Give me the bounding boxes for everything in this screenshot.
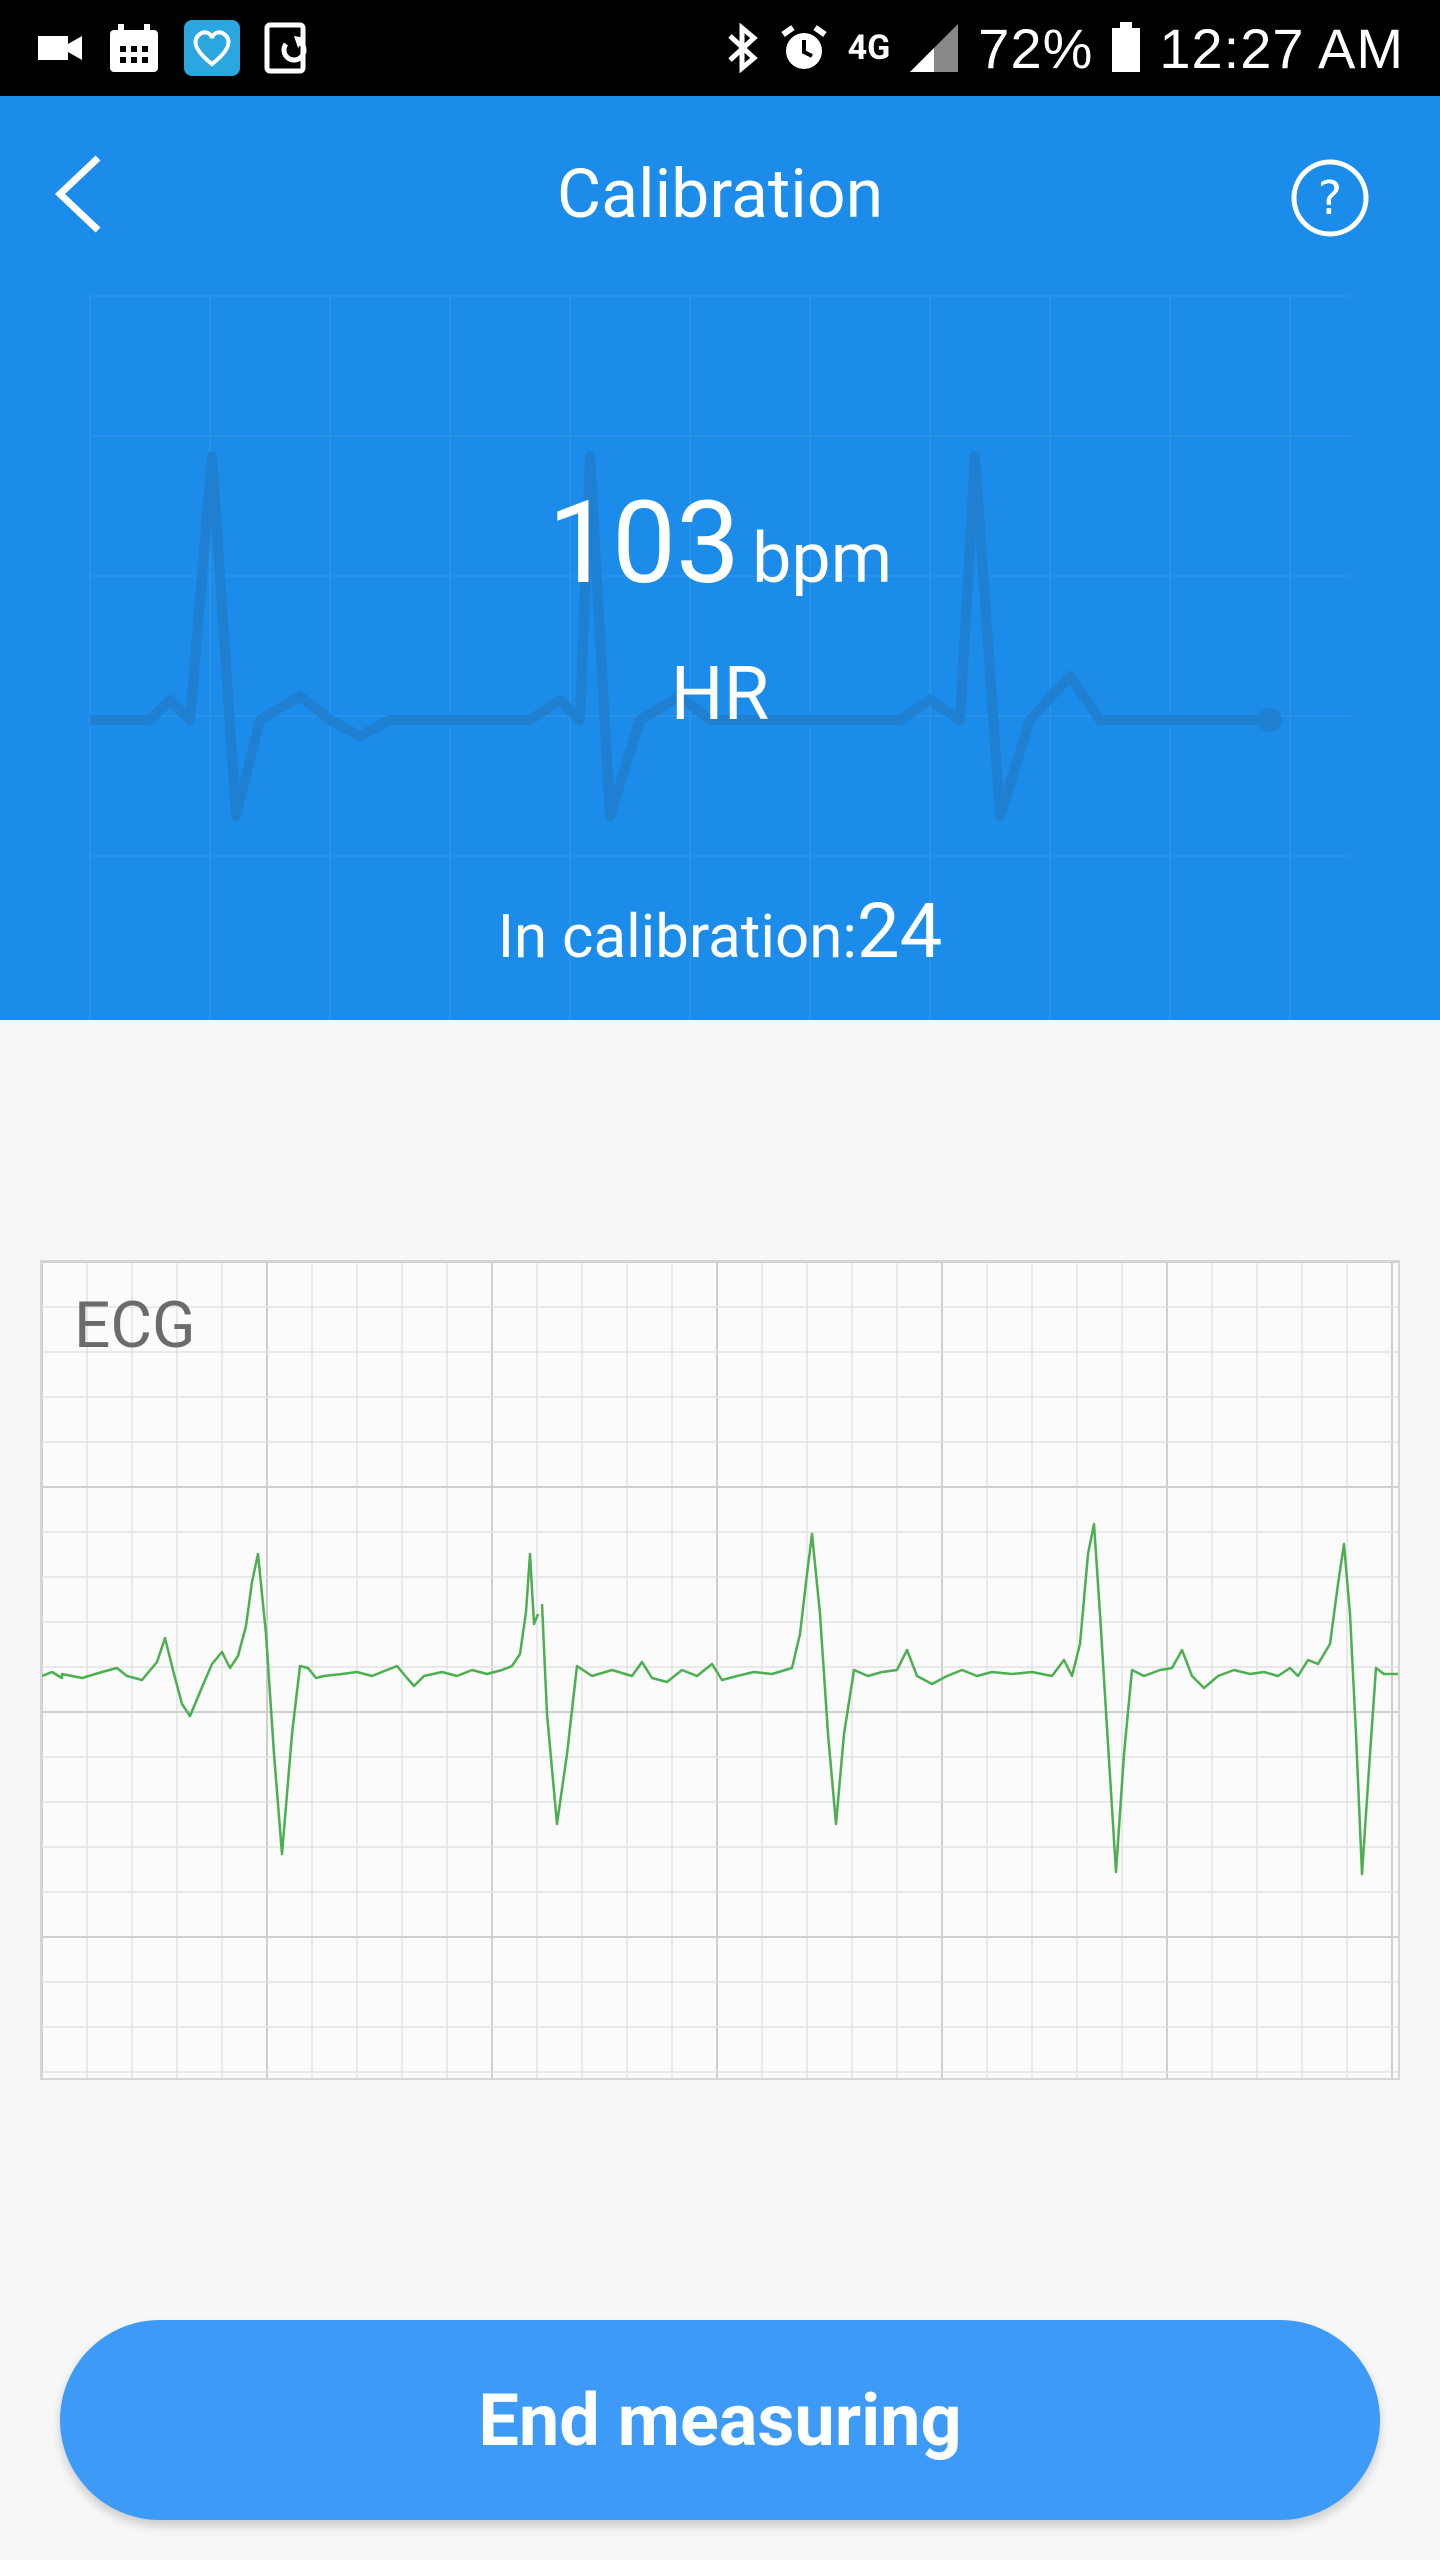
signal-icon (910, 24, 959, 72)
heart-rate-value: 103 (547, 476, 741, 610)
calibration-count: 24 (856, 886, 943, 976)
status-left-icons (36, 20, 338, 76)
alarm-icon (780, 25, 827, 69)
calibration-status: In calibration:24 (0, 886, 1440, 976)
question-circle-icon: ? (1318, 171, 1342, 225)
status-bar: 4G 72% 12:27 AM (0, 0, 1440, 96)
battery-percentage: 72% (978, 16, 1094, 80)
page-title: Calibration (556, 154, 884, 234)
bluetooth-icon (727, 22, 758, 74)
heart-rate-readout: 103 bpm (0, 476, 1440, 610)
end-measuring-button[interactable]: End measuring (60, 2320, 1380, 2520)
health-app-icon (184, 20, 240, 76)
calendar-icon (110, 24, 158, 72)
ecg-trace-segment-1 (42, 1552, 540, 1856)
clock-time: 12:27 AM (1159, 16, 1404, 80)
end-measuring-label: End measuring (478, 2377, 962, 2463)
heart-rate-unit: bpm (752, 518, 893, 600)
heart-rate-label: HR (670, 651, 770, 738)
calibration-label: In calibration: (497, 901, 857, 972)
ecg-chart (42, 1262, 1398, 2078)
ecg-grid (42, 1262, 1398, 2078)
help-button[interactable]: ? (1288, 156, 1372, 240)
ecg-panel: ECG (40, 1260, 1400, 2080)
ecg-label: ECG (74, 1288, 196, 1363)
sync-icon (264, 22, 307, 74)
network-4g-icon: 4G (847, 28, 891, 68)
calibration-header: Calibration ? 103 bpm HR In calibration:2… (0, 96, 1440, 1020)
status-right-icons: 4G 72% 12:27 AM (708, 16, 1404, 81)
battery-icon (1112, 22, 1141, 72)
video-icon (38, 36, 82, 60)
